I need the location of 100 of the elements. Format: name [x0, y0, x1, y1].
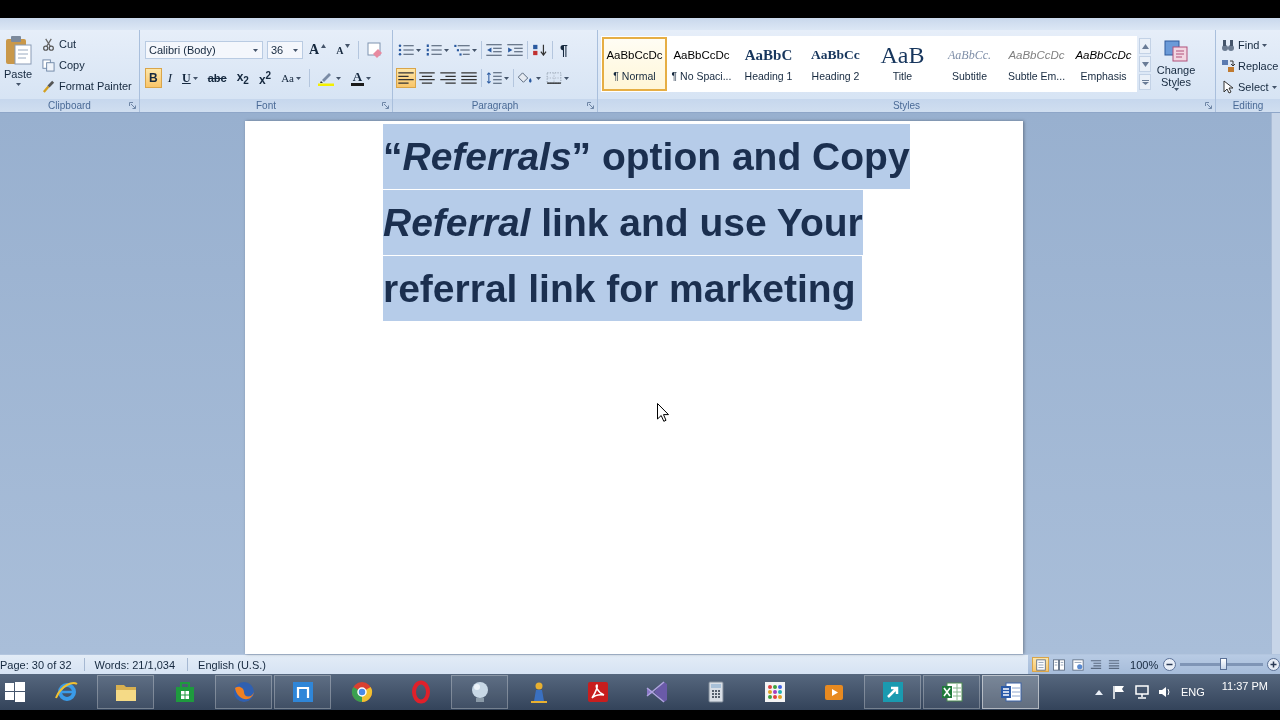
web-layout-icon [1071, 658, 1084, 671]
language-status[interactable]: English (U.S.) [198, 658, 272, 671]
font-size-field[interactable]: 36 [267, 41, 303, 59]
format-painter-button[interactable]: Format Painter [42, 78, 134, 94]
select-button[interactable]: Select [1221, 79, 1279, 95]
pinwheel-circle-icon [349, 680, 374, 704]
dialog-launcher-icon[interactable] [382, 102, 389, 109]
up-caret-icon[interactable] [1094, 689, 1103, 695]
dialog-launcher-icon[interactable] [129, 102, 136, 109]
paint-bucket-icon [518, 72, 534, 84]
show-hide-button[interactable]: ¶ [555, 40, 573, 60]
draft-view-icon [1108, 658, 1121, 671]
align-left-button[interactable] [396, 68, 416, 88]
style-item[interactable]: AaBbCcDc ¶ Normal [602, 37, 667, 91]
caret-icon [1173, 88, 1179, 91]
dialog-launcher-icon[interactable] [587, 102, 594, 109]
grow-font-button[interactable]: A [305, 40, 331, 60]
slider-thumb[interactable] [1220, 658, 1228, 670]
strikethrough-button[interactable]: abc [203, 68, 231, 88]
multilevel-list-icon [454, 44, 470, 56]
change-case-button[interactable]: Aa [277, 68, 305, 88]
input-language[interactable]: ENG [1180, 686, 1205, 698]
group-label: Paragraph [471, 99, 519, 112]
dialog-launcher-icon[interactable] [1205, 102, 1212, 109]
zoom-in-button[interactable] [1267, 658, 1280, 671]
replace-button[interactable]: Replace [1221, 58, 1279, 74]
print-layout-icon [1034, 658, 1047, 671]
caret-icon [1271, 85, 1277, 89]
page-count[interactable]: Page: 30 of 32 [0, 658, 78, 671]
align-left-icon [398, 72, 414, 84]
find-button[interactable]: Find [1221, 37, 1279, 53]
copy-icon [42, 58, 55, 72]
minus-icon [1163, 658, 1177, 671]
swirl-tile-icon [585, 680, 610, 704]
shrink-font-button[interactable]: A [332, 40, 355, 60]
spreadsheet-icon [939, 680, 964, 704]
taskbar-button[interactable] [97, 675, 154, 709]
zoom-level-button[interactable]: 100% [1130, 658, 1159, 671]
more-styles-button[interactable] [1139, 74, 1151, 90]
scroll-down-button[interactable] [1139, 56, 1151, 72]
taskbar-button[interactable] [923, 675, 980, 709]
replace-icon [1221, 59, 1235, 73]
bullet-list-icon [398, 44, 414, 56]
network-icon[interactable] [1134, 685, 1149, 699]
font-color-button[interactable]: A [347, 68, 375, 88]
arrow-tile-icon [880, 680, 905, 704]
caret-icon [296, 76, 301, 80]
style-swatch-icon [1163, 38, 1189, 64]
taskbar-button[interactable] [274, 675, 331, 709]
clipboard-icon [4, 35, 32, 65]
print-layout-view-button[interactable] [1032, 657, 1050, 672]
highlighter-icon [318, 70, 334, 86]
clock[interactable]: 11:37 PM [1221, 674, 1268, 692]
caret-icon [336, 76, 341, 80]
taskbar-button[interactable] [982, 675, 1039, 709]
caret-icon [504, 76, 509, 80]
cut-button[interactable]: Cut [42, 36, 134, 52]
more-icon [1141, 79, 1149, 85]
group-label: Styles [892, 99, 921, 112]
align-center-icon [419, 72, 435, 84]
vertical-scrollbar[interactable] [1271, 113, 1280, 654]
taskbar-button[interactable] [451, 675, 508, 709]
sort-icon [532, 44, 548, 56]
scroll-up-button[interactable] [1139, 38, 1151, 54]
caret-icon [1262, 43, 1268, 47]
knot-icon [644, 680, 669, 704]
caret-icon [192, 76, 198, 80]
superscript-button[interactable]: x$^{2}$ [254, 68, 276, 88]
underline-button[interactable]: U [178, 68, 202, 88]
copy-button[interactable]: Copy [42, 57, 134, 73]
borders-icon [546, 72, 562, 84]
decrease-indent-icon [486, 44, 502, 56]
caret-icon [366, 76, 371, 80]
paste-button[interactable]: Paste [0, 30, 36, 99]
speaker-icon[interactable] [1157, 685, 1172, 699]
bold-button[interactable]: B [145, 68, 162, 88]
caret-down-icon [345, 44, 351, 48]
font-name-field[interactable]: Calibri (Body) [145, 41, 263, 59]
zoom-out-button[interactable] [1163, 658, 1177, 671]
full-screen-view-button[interactable] [1050, 657, 1068, 672]
globe-icon [231, 680, 256, 704]
globe-swoosh-icon [54, 680, 79, 704]
caret-icon [444, 48, 449, 52]
change-styles-button[interactable]: Change Styles [1153, 36, 1199, 91]
document-icon [998, 680, 1023, 704]
caret-icon [472, 48, 477, 52]
flag-icon[interactable] [1111, 685, 1126, 699]
caret-icon [416, 48, 421, 52]
line-spacing-icon [486, 72, 502, 84]
cursor-arrow-icon [1221, 80, 1235, 94]
word-count[interactable]: Words: 21/1,034 [94, 658, 182, 671]
caret-icon [564, 76, 569, 80]
paintbrush-icon [42, 79, 55, 93]
italic-button[interactable]: I [163, 68, 176, 88]
triangle-up-icon [1141, 43, 1149, 49]
subscript-button[interactable]: x$_{2}$ [232, 68, 253, 88]
justify-icon [461, 72, 477, 84]
taskbar-button[interactable] [864, 675, 921, 709]
group-label: Font [256, 99, 276, 112]
plus-icon [1267, 658, 1280, 671]
